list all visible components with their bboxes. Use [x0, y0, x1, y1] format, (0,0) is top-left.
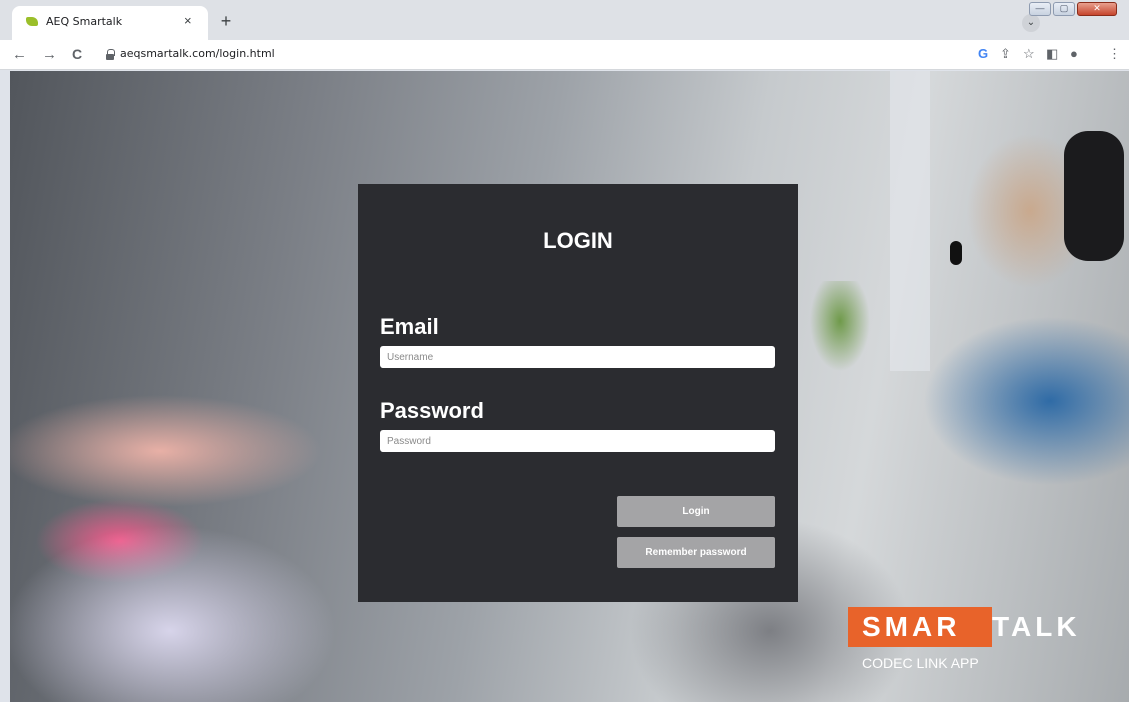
login-title: LOGIN [543, 228, 613, 253]
menu-icon[interactable]: ⋮ [1108, 46, 1121, 62]
tab-search-button[interactable]: ⌄ [1022, 14, 1040, 32]
login-button[interactable]: Login [617, 496, 775, 527]
address-bar[interactable]: aeqsmartalk.com/login.html [98, 44, 958, 66]
browser-toolbar: ← → C aeqsmartalk.com/login.html G ⇪ ☆ ◧… [0, 40, 1129, 70]
logo-subtitle: CODEC LINK APP [862, 655, 979, 671]
background-window [890, 71, 930, 371]
close-window-button[interactable]: ✕ [1077, 2, 1117, 16]
sidepanel-icon[interactable]: ◧ [1046, 46, 1058, 62]
password-input[interactable] [380, 430, 775, 452]
new-tab-button[interactable]: + [216, 12, 236, 32]
browser-titlebar: AEQ Smartalk × + ⌄ — ▢ ✕ [0, 0, 1129, 40]
logo-text-talk: TALK [992, 611, 1081, 642]
back-button[interactable]: ← [12, 46, 27, 63]
background-microphone [950, 241, 962, 265]
reload-button[interactable]: C [72, 46, 82, 62]
email-label: Email [380, 314, 439, 339]
star-icon[interactable]: ☆ [1023, 46, 1035, 62]
google-icon[interactable]: G [978, 46, 988, 61]
login-card: LOGIN Email Password Login Remember pass… [358, 184, 798, 602]
browser-tab[interactable]: AEQ Smartalk × [12, 6, 208, 40]
tab-title: AEQ Smartalk [46, 15, 123, 28]
lock-icon[interactable] [106, 49, 115, 60]
aeq-favicon-icon [26, 17, 38, 26]
minimize-button[interactable]: — [1029, 2, 1051, 16]
smartalk-logo: SMAR TALK CODEC LINK APP [848, 607, 1098, 677]
email-input[interactable] [380, 346, 775, 368]
background-plant [810, 281, 870, 401]
window-controls: — ▢ ✕ [1029, 2, 1117, 16]
url-text: aeqsmartalk.com/login.html [120, 47, 275, 60]
share-icon[interactable]: ⇪ [1000, 46, 1011, 62]
profile-icon[interactable]: ● [1070, 46, 1078, 61]
password-label: Password [380, 398, 484, 423]
logo-text-smar: SMAR [862, 611, 961, 642]
remember-password-button[interactable]: Remember password [617, 537, 775, 568]
tab-close-icon[interactable]: × [184, 13, 192, 28]
background-headphones [1064, 131, 1124, 261]
maximize-button[interactable]: ▢ [1053, 2, 1075, 16]
forward-button[interactable]: → [42, 46, 57, 63]
